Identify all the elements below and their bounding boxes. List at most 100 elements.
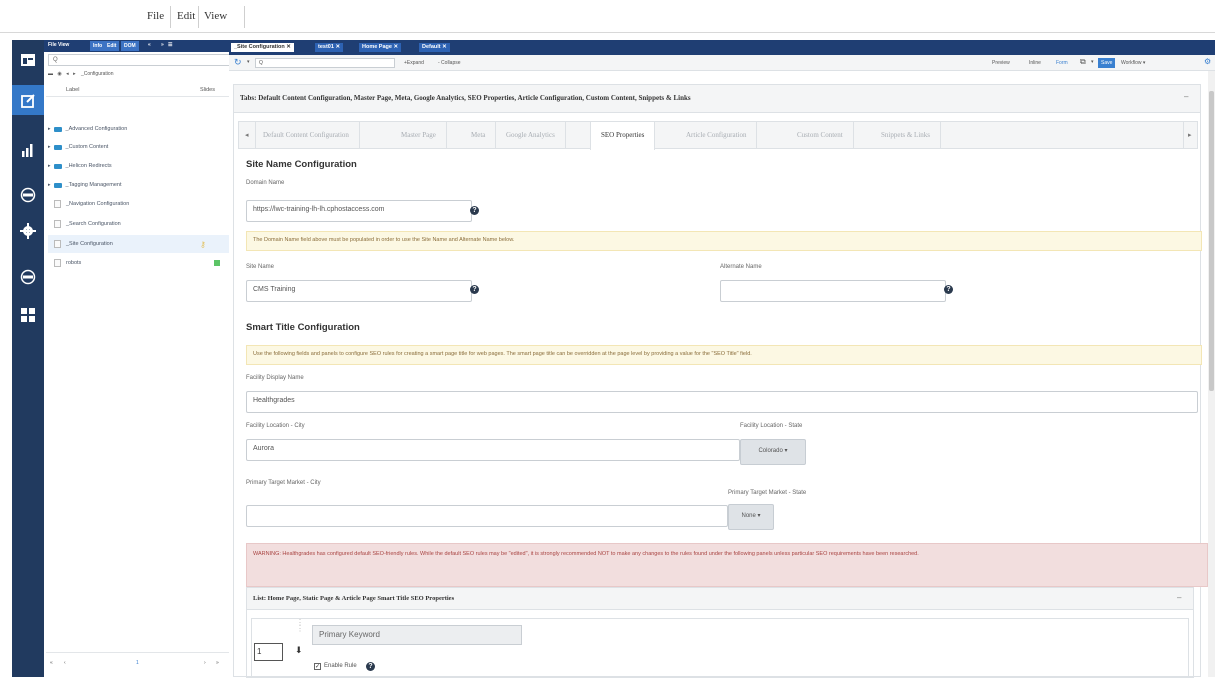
menu-icon[interactable]: ☰ xyxy=(168,42,172,48)
facility-state-select[interactable]: Colorado ▾ xyxy=(740,439,806,465)
market-city-input[interactable] xyxy=(246,505,728,527)
tab-seo-properties[interactable]: SEO Properties xyxy=(590,122,656,150)
tab-master-page[interactable]: Master Page xyxy=(391,122,447,149)
doc-tab-label: _Site Configuration xyxy=(234,44,285,50)
site-name-input[interactable]: CMS Training xyxy=(246,280,472,302)
next-page-icon[interactable]: › xyxy=(204,660,206,666)
tab-dom[interactable]: DOM xyxy=(121,41,139,51)
scrollbar[interactable] xyxy=(1208,71,1215,677)
tab-meta[interactable]: Meta xyxy=(461,122,497,149)
order-input[interactable]: 1 xyxy=(254,643,283,661)
content-explorer: File View Info Edit DOM « » ☰ Q ▬ ◉ ◂ ▸ … xyxy=(44,40,244,677)
facility-city-input[interactable]: Aurora xyxy=(246,439,740,461)
seo-icon[interactable] xyxy=(12,180,44,210)
breadcrumb-label[interactable]: _Configuration xyxy=(81,71,114,77)
card-title: Tabs: Default Content Configuration, Mas… xyxy=(240,94,691,102)
workflow-icon[interactable] xyxy=(12,262,44,292)
collapse-link[interactable]: - Collapse xyxy=(438,60,461,66)
smart-title-notice: Use the following fields and panels to c… xyxy=(246,345,1202,365)
tab-default-content[interactable]: Default Content Configuration xyxy=(253,122,360,149)
tree-item-label: robots xyxy=(66,260,82,266)
workflow-button[interactable]: Workflow ▾ xyxy=(1121,60,1145,66)
tree-item[interactable]: ▸ _Custom Content xyxy=(48,138,236,156)
tab-file-view[interactable]: File View xyxy=(48,42,69,48)
toolbar-search-input[interactable]: Q xyxy=(255,58,395,68)
chevron-down-icon[interactable]: ▾ xyxy=(1091,59,1094,65)
external-link-icon[interactable]: ⧉ xyxy=(1080,57,1086,67)
help-icon[interactable]: ? xyxy=(470,206,479,215)
tab-snippets-links[interactable]: Snippets & Links xyxy=(871,122,942,149)
arrow-down-icon[interactable]: ⬇ xyxy=(295,645,303,656)
collapse-icon[interactable]: ▬ xyxy=(48,71,53,77)
collapse-icon[interactable]: – xyxy=(1184,92,1188,101)
close-icon[interactable]: ✕ xyxy=(442,44,447,50)
tree-item[interactable]: ▸ _Helicon Redirects xyxy=(48,157,236,175)
gear-icon[interactable]: ⚙ xyxy=(1204,57,1211,66)
scrollbar-thumb[interactable] xyxy=(1209,91,1214,391)
layout-icon[interactable] xyxy=(12,45,44,75)
menu-divider xyxy=(170,6,171,28)
close-icon[interactable]: ✕ xyxy=(286,44,291,50)
doc-tab[interactable]: Default ✕ xyxy=(419,43,450,52)
facility-display-name-input[interactable]: Healthgrades xyxy=(246,391,1198,413)
doc-tab[interactable]: test01 ✕ xyxy=(315,43,344,52)
close-icon[interactable]: ✕ xyxy=(335,44,340,50)
tree-item[interactable]: robots xyxy=(48,254,236,272)
help-icon[interactable]: ? xyxy=(944,285,953,294)
tree-item[interactable]: _Navigation Configuration xyxy=(48,195,236,213)
chevron-right-icon[interactable]: ▸ xyxy=(48,163,51,169)
tree-item[interactable]: _Search Configuration xyxy=(48,215,236,233)
chevron-right-icon[interactable]: ▸ xyxy=(73,71,76,77)
grid-icon[interactable] xyxy=(12,300,44,330)
explorer-search-input[interactable]: Q xyxy=(48,54,240,66)
doc-tab-active[interactable]: _Site Configuration ✕ xyxy=(231,43,294,52)
preview-button[interactable]: Preview xyxy=(992,60,1010,66)
help-icon[interactable]: ? xyxy=(366,662,375,671)
page-icon xyxy=(54,220,61,228)
menu-file[interactable]: File xyxy=(147,10,164,22)
inline-button[interactable]: Inline xyxy=(1029,60,1041,66)
tab-custom-content[interactable]: Custom Content xyxy=(787,122,854,149)
keyword-field[interactable]: Primary Keyword xyxy=(312,625,522,645)
analytics-icon[interactable] xyxy=(12,135,44,165)
tree-item[interactable]: ▸ _Tagging Management xyxy=(48,176,236,194)
chevron-right-icon[interactable]: ▸ xyxy=(1183,122,1196,149)
expand-link[interactable]: +Expand xyxy=(404,60,424,66)
chevron-right-icon[interactable]: ▸ xyxy=(48,144,51,150)
chevron-down-icon[interactable]: ▾ xyxy=(247,59,250,65)
form-button[interactable]: Form xyxy=(1056,60,1068,66)
tab-edit[interactable]: Edit xyxy=(104,41,120,51)
chevron-right-icon[interactable]: » xyxy=(161,42,164,48)
chevron-left-icon[interactable]: ◂ xyxy=(66,71,69,77)
collapse-icon[interactable]: – xyxy=(1177,593,1181,602)
help-icon[interactable]: ? xyxy=(470,285,479,294)
market-state-select[interactable]: None ▾ xyxy=(728,504,774,530)
tab-article-configuration[interactable]: Article Configuration xyxy=(676,122,758,149)
chevron-right-icon[interactable]: ▸ xyxy=(48,126,51,132)
save-button[interactable]: Save xyxy=(1098,58,1116,68)
doc-tab[interactable]: Home Page ✕ xyxy=(359,43,402,52)
menu-view[interactable]: View xyxy=(204,10,227,22)
edit-icon[interactable] xyxy=(12,85,44,115)
chevron-right-icon[interactable]: ▸ xyxy=(48,182,51,188)
settings-icon[interactable] xyxy=(12,216,44,246)
tree-item-selected[interactable]: _Site Configuration ⚷ xyxy=(48,235,236,253)
menu-edit[interactable]: Edit xyxy=(177,10,195,22)
enable-rule-checkbox[interactable]: ✓ xyxy=(314,663,321,670)
refresh-icon[interactable]: ↻ xyxy=(234,57,242,68)
first-page-icon[interactable]: « xyxy=(50,660,53,666)
page-number[interactable]: 1 xyxy=(136,660,139,666)
tab-google-analytics[interactable]: Google Analytics xyxy=(496,122,566,149)
tree-item[interactable]: ▸ _Advanced Configuration xyxy=(48,120,236,138)
list-item: ⋮ ⋮ ⬇ 1 Primary Keyword ✓ Enable Rule ? xyxy=(251,618,1189,678)
home-icon[interactable]: ◉ xyxy=(57,71,61,77)
drag-handle-icon[interactable]: ⋮ ⋮ xyxy=(296,619,304,633)
tree-item-label: _Custom Content xyxy=(65,144,109,150)
chevron-left-icon[interactable]: « xyxy=(148,42,151,48)
domain-name-input[interactable]: https://lwc-training-lh-lh.cphostaccess.… xyxy=(246,200,472,222)
close-icon[interactable]: ✕ xyxy=(394,44,399,50)
prev-page-icon[interactable]: ‹ xyxy=(64,660,66,666)
alternate-name-input[interactable] xyxy=(720,280,946,302)
tab-info[interactable]: Info xyxy=(90,41,106,51)
last-page-icon[interactable]: » xyxy=(216,660,219,666)
